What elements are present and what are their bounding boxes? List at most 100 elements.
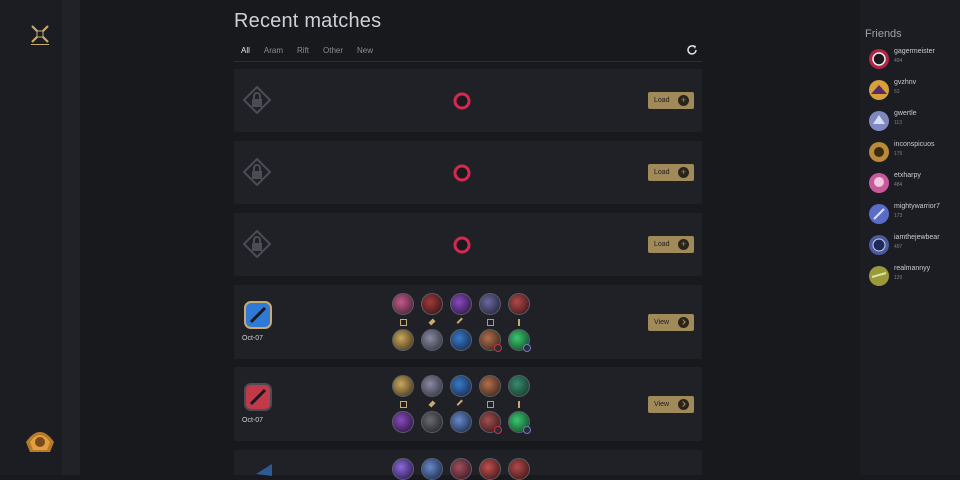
tab-rift[interactable]: Rift [290,42,316,62]
item-icon [508,317,530,327]
item-icon [450,399,472,409]
match-card-locked: Load + [234,69,702,132]
champion-portrait[interactable] [508,458,530,480]
friend-number: 175 [894,151,903,157]
friend-avatar [869,266,889,286]
champion-portrait[interactable] [479,293,501,315]
champion-portrait[interactable] [421,329,443,351]
loading-spinner-icon [453,236,471,254]
champion-portrait[interactable] [450,293,472,315]
refresh-icon[interactable] [686,44,698,56]
champion-portrait[interactable] [508,329,531,352]
champion-portrait[interactable] [479,458,501,480]
champion-portrait[interactable] [450,375,472,397]
champion-portrait[interactable] [392,411,414,433]
champion-portrait[interactable] [421,293,443,315]
loading-spinner-icon [453,164,471,182]
match-card-locked: Load + [234,141,702,204]
champion-portrait[interactable] [479,329,502,352]
item-icon [479,399,501,409]
friend-name: gvzhnv [894,79,917,86]
team-row [392,411,531,434]
plus-icon: + [678,239,689,250]
load-button-label: Load [654,97,670,104]
arrow-right-icon [678,317,689,328]
crossed-swords-icon[interactable] [28,22,52,46]
champion-portrait[interactable] [479,375,501,397]
load-match-button[interactable]: Load + [648,92,694,109]
friend-name: etxharpy [894,172,921,179]
view-match-button[interactable]: View [648,314,694,331]
match-card-partial[interactable] [234,450,702,480]
tab-divider [234,61,702,62]
friend-number: 53 [894,89,900,95]
lock-icon [242,229,272,259]
champion-portrait[interactable] [450,411,472,433]
item-icon [508,399,530,409]
champion-portrait[interactable] [450,458,472,480]
friend-item[interactable]: etxharpy 484 [868,172,958,198]
friend-name: gwertle [894,110,917,117]
item-icon [392,399,414,409]
champion-portrait[interactable] [479,411,502,434]
arrow-right-icon [678,399,689,410]
friend-avatar [869,111,889,131]
champion-portrait[interactable] [508,411,531,434]
mode-icon-partial [256,464,272,476]
item-row [392,317,530,327]
view-match-button[interactable]: View [648,396,694,413]
team-row [392,458,530,480]
friend-number: 113 [894,120,902,126]
friend-avatar [869,80,889,100]
friend-avatar [869,204,889,224]
friend-item[interactable]: realmannyy 120 [868,265,958,291]
friend-item[interactable]: gvzhnv 53 [868,79,958,105]
champion-portrait[interactable] [450,329,472,351]
load-match-button[interactable]: Load + [648,236,694,253]
profile-emblem-icon[interactable] [22,420,58,456]
tab-other[interactable]: Other [316,42,350,62]
tab-aram[interactable]: Aram [257,42,290,62]
tab-all[interactable]: All [234,42,257,62]
lock-icon [242,85,272,115]
page-title: Recent matches [234,10,382,32]
champion-portrait[interactable] [508,293,530,315]
champion-portrait[interactable] [508,375,530,397]
champion-portrait[interactable] [392,458,414,480]
view-button-label: View [654,401,670,408]
friend-avatar [869,49,889,69]
friend-number: 173 [894,213,903,219]
nav-active-indicator [31,44,49,45]
champion-portrait[interactable] [421,411,443,433]
friend-avatar [869,235,889,255]
item-icon [421,399,443,409]
lock-icon [242,157,272,187]
friend-item[interactable]: mightywarrior7 173 [868,203,958,229]
champion-portrait[interactable] [392,329,414,351]
friend-item[interactable]: gwertle 113 [868,110,958,136]
status-badge [494,344,502,352]
friend-number: 494 [894,58,903,64]
load-button-label: Load [654,241,670,248]
item-row [392,399,530,409]
tab-new[interactable]: New [350,42,380,62]
plus-icon: + [678,167,689,178]
match-card-locked: Load + [234,213,702,276]
friend-name: iamthejewbear [894,234,940,241]
match-card-played[interactable]: Oct-07 View [234,367,702,441]
team-row [392,375,530,397]
match-card-played[interactable]: Oct-07 View [234,285,702,359]
friend-item[interactable]: iamthejewbear 497 [868,234,958,260]
champion-portrait[interactable] [421,458,443,480]
friend-item[interactable]: gagermeister 494 [868,48,958,74]
item-icon [450,317,472,327]
friends-title: Friends [865,28,902,40]
loading-spinner-icon [453,92,471,110]
team-row [392,329,531,352]
friend-item[interactable]: inconspicuos 175 [868,141,958,167]
champion-portrait[interactable] [421,375,443,397]
friend-name: mightywarrior7 [894,203,940,210]
champion-portrait[interactable] [392,375,414,397]
champion-portrait[interactable] [392,293,414,315]
load-match-button[interactable]: Load + [648,164,694,181]
